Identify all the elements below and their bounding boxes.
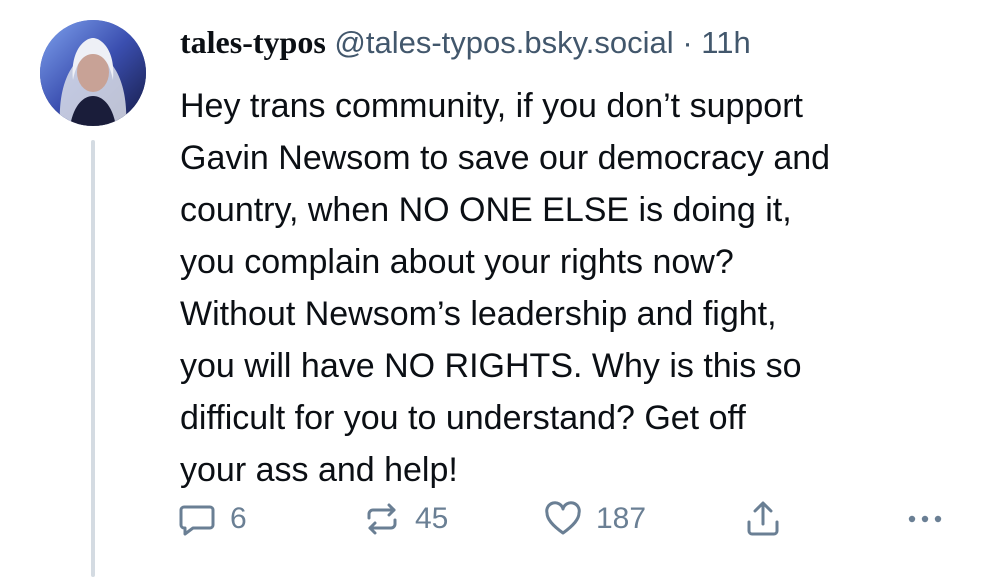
- like-count: 187: [596, 502, 647, 535]
- avatar[interactable]: [40, 20, 146, 126]
- repost-button[interactable]: 45: [361, 498, 448, 540]
- display-name[interactable]: tales-typos: [180, 24, 326, 60]
- post-time[interactable]: 11h: [701, 25, 750, 60]
- heart-icon: [545, 501, 581, 535]
- reply-button[interactable]: 6: [176, 498, 247, 540]
- repost-icon: [367, 503, 397, 535]
- avatar-image: [40, 20, 146, 126]
- handle[interactable]: @tales-typos.bsky.social: [334, 25, 673, 60]
- share-icon: [747, 501, 779, 536]
- thread-line: [91, 140, 95, 577]
- post-text: Hey trans community, if you don’t suppor…: [180, 87, 831, 489]
- reply-count: 6: [230, 502, 247, 535]
- separator-dot: ·: [682, 25, 693, 60]
- repost-count: 45: [415, 502, 449, 535]
- more-icon: [908, 515, 942, 523]
- post-header: tales-typos @tales-typos.bsky.social · 1…: [180, 22, 751, 63]
- share-button[interactable]: [742, 498, 784, 540]
- reply-icon: [179, 505, 215, 536]
- action-bar: 6 45 187: [176, 498, 976, 546]
- more-button[interactable]: [904, 498, 946, 540]
- like-button[interactable]: 187: [542, 498, 646, 540]
